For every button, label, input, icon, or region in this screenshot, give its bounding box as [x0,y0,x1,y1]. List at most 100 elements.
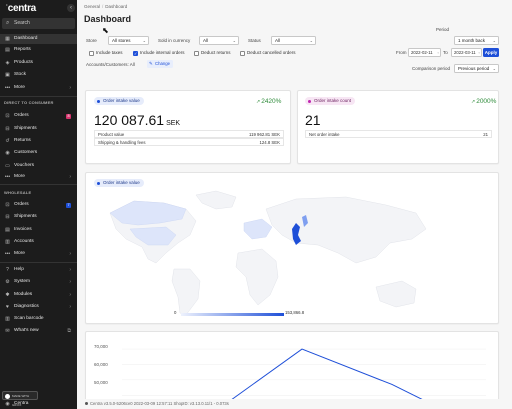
account-icon: ▥ [5,239,10,245]
calendar-icon: ▫ [437,50,439,55]
sidebar-item-modules[interactable]: ✱ Modules › [0,290,77,300]
chevron-right-icon: › [69,174,71,180]
sidebar-user[interactable]: ◉ Centra [0,399,77,409]
table-row: Net order intake 21 [305,130,492,138]
world-map [109,190,427,316]
sidebar-item-returns[interactable]: ↺ Returns [0,136,77,146]
asia-shape [265,196,427,264]
sidebar-item-help[interactable]: ? Help › [0,265,77,275]
chevron-right-icon: › [69,267,71,273]
sidebar-item-diagnostics[interactable]: ♥ Diagnostics › [0,302,77,312]
sidebar-item-dashboard[interactable]: ▦ Dashboard [0,34,77,44]
cart-icon: ⊡ [5,202,10,208]
store-select[interactable]: All stores ⌄ [108,36,149,45]
sidebar-item-accounts[interactable]: ▥ Accounts [0,237,77,247]
invoice-icon: ▤ [5,227,10,233]
help-icon: ? [6,267,9,273]
sidebar-item-customers[interactable]: ◉ Customers [0,148,77,158]
calendar-icon: ▫ [478,50,480,55]
more-icon: ••• [4,251,11,257]
trend-up-icon: ↗ [256,99,261,105]
table-row: Product value 119 962.81 SEK [94,130,284,138]
orders-badge: 7 [66,202,71,208]
from-date-input[interactable]: 2022-02-11 ▫ [408,48,441,57]
modules-icon: ✱ [5,292,10,298]
chevron-down-icon: ⌄ [492,38,496,43]
logo[interactable]: ·centra [6,3,36,14]
deduct-returns-checkbox[interactable]: Deduct returns [194,50,231,56]
chevron-right-icon: › [69,279,71,285]
deduct-cancelled-checkbox[interactable]: Deduct cancelled orders [240,50,296,56]
main-content: General / Dashboard Dashboard ⬉ Store All … [77,0,512,409]
change-button[interactable]: ✎ Change [147,60,173,68]
sidebar-item-ws-orders[interactable]: ⊡ Orders 7 [0,200,77,210]
greenland-shape [195,190,237,210]
user-icon: ◉ [5,401,10,407]
section-label-wholesale: WHOLESALE [4,190,32,195]
chevron-down-icon: ⌄ [492,66,496,71]
collapse-sidebar-button[interactable]: ‹ [67,4,75,12]
sidebar-item-products[interactable]: ◈ Products [0,58,77,68]
status-select[interactable]: All ⌄ [271,36,316,45]
table-row: Shipping & handling fees 124.8 SEK [94,138,284,146]
currency-select[interactable]: All ⌄ [199,36,239,45]
breadcrumb: General / Dashboard [84,4,128,9]
chevron-right-icon: › [69,292,71,298]
sidebar-item-dtc-orders[interactable]: ⊡ Orders 8 [0,111,77,121]
line-chart-card: 70,000 60,000 50,000 40,000 [85,331,499,409]
accounts-label: Accounts/Customers: All [86,62,135,67]
sidebar-search[interactable]: ⌕ Search [2,18,75,29]
card-amount: 21 [305,112,321,128]
divider [0,262,77,263]
legend-max: 153,866.8 [285,310,305,315]
chevron-right-icon: › [69,85,71,91]
include-taxes-checkbox[interactable]: Include taxes [89,50,123,56]
status-dot-icon [85,402,88,406]
card-amount: 120 087.61 SEK [94,112,181,128]
sidebar-item-dtc-more[interactable]: ••• More › [0,172,77,182]
sidebar-item-reports[interactable]: ▤ Reports [0,45,77,55]
more-icon: ••• [4,85,11,91]
europe-shape [243,218,273,240]
sidebar-item-ws-more[interactable]: ••• More › [0,249,77,259]
breadcrumb-general[interactable]: General [84,4,100,9]
barcode-icon: ▥ [5,316,10,322]
sidebar-item-whats-new[interactable]: ✉ What's new ⧉ [0,326,77,336]
australia-shape [375,280,417,308]
search-label: Search [14,20,30,26]
sidebar-item-ws-shipments[interactable]: ⊟ Shipments [0,212,77,222]
search-icon: ⌕ [6,20,10,26]
change-percent: ↗2420% [256,98,282,105]
sidebar-item-scan-barcode[interactable]: ▥ Scan barcode [0,314,77,324]
sidebar-item-vouchers[interactable]: ▭ Vouchers [0,161,77,171]
accounts-value: All [129,62,135,67]
return-icon: ↺ [5,138,10,144]
box-icon: ▣ [5,72,10,78]
news-icon: ✉ [5,328,10,334]
line-chart [122,348,486,409]
section-label-dtc: DIRECT TO CONSUMER [4,100,54,105]
sidebar-item-stock[interactable]: ▣ Stock [0,70,77,80]
currency-label: SEK [166,120,181,127]
period-label: Period [436,27,450,32]
include-internal-checkbox[interactable]: ✓ Include internal orders [133,50,185,56]
checkbox-box [89,50,94,56]
order-intake-value-card: Order intake value ↗2420% 120 087.61 SEK … [85,90,291,164]
period-select[interactable]: 1 month back ⌄ [454,36,499,45]
checkbox-box [240,50,245,56]
truck-icon: ⊟ [5,214,10,220]
sidebar-item-invoices[interactable]: ▤ Invoices [0,225,77,235]
apply-button[interactable]: Apply [483,48,499,57]
legend-gradient-bar [181,313,284,316]
sidebar-item-dtc-shipments[interactable]: ⊟ Shipments [0,124,77,134]
comparison-select[interactable]: Previous period ⌄ [454,64,499,73]
truck-icon: ⊟ [5,126,10,132]
to-date-input[interactable]: 2022-03-11 ▫ [451,48,482,57]
sidebar-item-more[interactable]: ••• More › [0,83,77,93]
currency-label: Sold in currency [158,38,191,43]
to-label: To [443,50,448,55]
dashboard-icon: ▦ [5,36,10,42]
sidebar-item-system[interactable]: ⚙ System › [0,277,77,287]
order-intake-count-card: Order intake count ↗2000% 21 Net order i… [297,90,499,164]
orders-badge: 8 [66,113,71,119]
